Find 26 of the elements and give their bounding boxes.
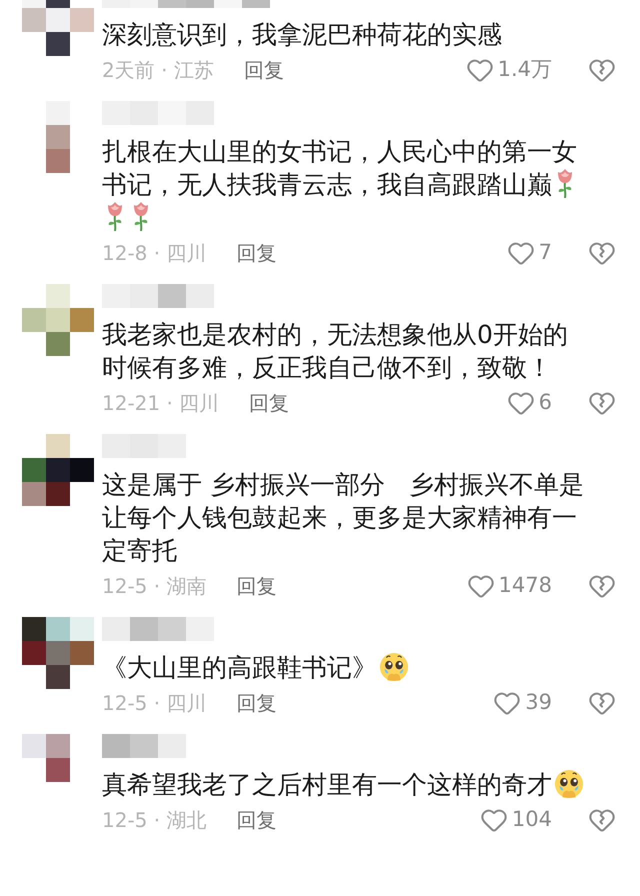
like-button[interactable]: 39 bbox=[493, 687, 552, 719]
comment-text: 《大山里的高跟鞋书记》 bbox=[102, 651, 586, 684]
comment-text: 这是属于 乡村振兴一部分 乡村振兴不单是让每个人钱包鼓起来，更多是大家精神有一定寄托 bbox=[102, 469, 585, 567]
comment-time: 12-5 · 四川 bbox=[102, 690, 206, 717]
like-button[interactable]: 1478 bbox=[466, 570, 552, 602]
reply-button[interactable]: 回复 bbox=[236, 688, 276, 718]
like-button[interactable]: 104 bbox=[480, 804, 552, 836]
reply-button[interactable]: 回复 bbox=[249, 388, 290, 418]
like-button[interactable]: 6 bbox=[506, 387, 552, 419]
comment-text: 我老家也是农村的，无法想象他从0开始的时候有多难，反正我自己做不到，致敬！ bbox=[102, 319, 569, 384]
comment-time: 12-21 · 四川 bbox=[102, 390, 220, 417]
comment-time: 12-5 · 湖南 bbox=[102, 573, 206, 600]
teary-face-icon bbox=[554, 769, 584, 799]
like-button[interactable]: 1.4万 bbox=[466, 54, 552, 86]
comment-text: 深刻意识到，我拿泥巴种荷花的实感 bbox=[102, 19, 503, 51]
teary-face-icon bbox=[379, 652, 409, 682]
reply-button[interactable]: 回复 bbox=[236, 805, 276, 835]
like-button[interactable]: 7 bbox=[506, 237, 552, 269]
comment-time: 12-5 · 湖北 bbox=[102, 807, 206, 834]
comment-text: 真希望我老了之后村里有一个这样的奇才 bbox=[102, 768, 586, 801]
reply-button[interactable]: 回复 bbox=[236, 238, 276, 268]
comment-time: 2天前 · 江苏 bbox=[102, 57, 214, 84]
comment-time: 12-8 · 四川 bbox=[102, 240, 206, 267]
comment-text: 扎根在大山里的女书记，人民心中的第一女书记，无人扶我青云志，我自高跟踏山巅 bbox=[102, 135, 586, 234]
reply-button[interactable]: 回复 bbox=[244, 55, 284, 85]
reply-button[interactable]: 回复 bbox=[236, 571, 276, 601]
